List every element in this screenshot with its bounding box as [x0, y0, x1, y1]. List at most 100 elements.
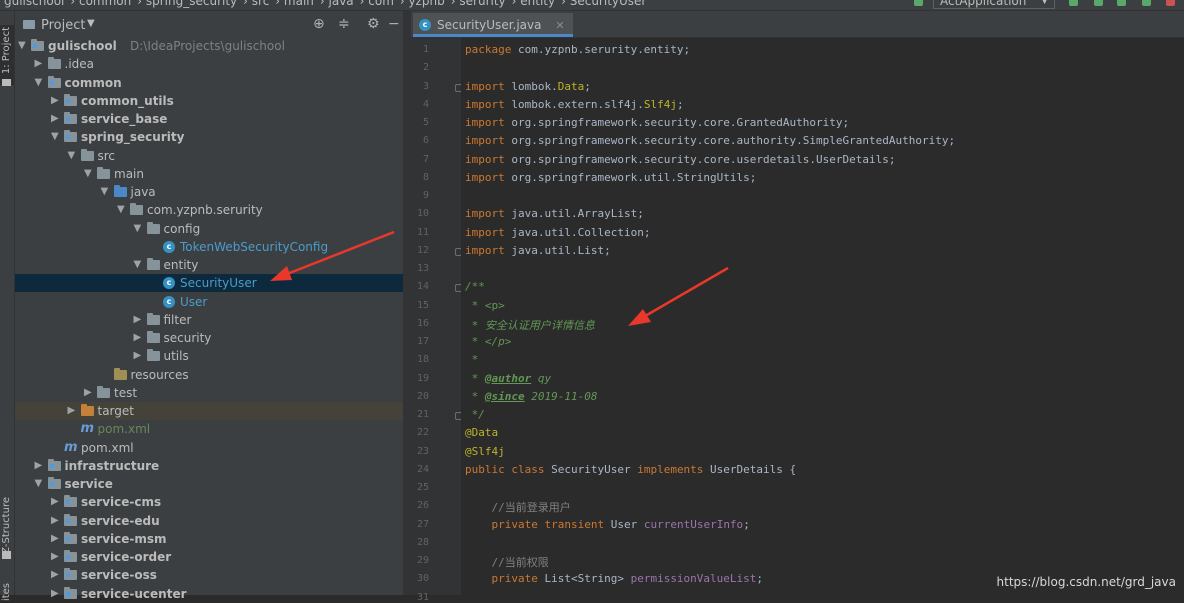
tree-item[interactable]: c SecurityUser: [15, 274, 403, 293]
chevron-down-icon[interactable]: ▼: [101, 186, 109, 197]
tree-item[interactable]: ▶ utils: [15, 347, 403, 365]
tree-item[interactable]: ▶ filter: [15, 311, 403, 329]
code-line: import org.springframework.security.core…: [465, 116, 850, 129]
debug-icon[interactable]: [1094, 0, 1103, 6]
tree-item-label: entity: [163, 258, 199, 272]
code-line: //当前登录用户: [491, 501, 571, 515]
tree-item[interactable]: ▼ config: [15, 220, 403, 238]
tree-item[interactable]: ▼ src: [15, 147, 403, 165]
chevron-right-icon[interactable]: ▶: [51, 95, 59, 106]
chevron-right-icon[interactable]: ▶: [35, 460, 43, 471]
tree-item[interactable]: ▼ com.yzpnb.serurity: [15, 201, 403, 219]
tree-item[interactable]: m pom.xml: [15, 420, 403, 438]
chevron-right-icon[interactable]: ▶: [51, 496, 59, 507]
tree-item[interactable]: c User: [15, 293, 403, 311]
tree-item[interactable]: ▶ service-edu: [15, 512, 403, 530]
chevron-right-icon[interactable]: ▶: [51, 569, 59, 580]
breadcrumb-item[interactable]: › java: [320, 0, 354, 8]
code-line: import lombok.Data;: [465, 79, 591, 93]
tool-tab-structure-label[interactable]: Z-Structure: [1, 497, 12, 554]
chevron-down-icon[interactable]: ▼: [134, 259, 142, 270]
chevron-right-icon[interactable]: ▶: [35, 58, 43, 69]
tree-item[interactable]: ▶ service-cms: [15, 493, 403, 511]
breadcrumb-item[interactable]: › src: [243, 0, 269, 8]
breadcrumb-item[interactable]: › main: [275, 0, 314, 8]
tree-item[interactable]: ▶ service-msm: [15, 530, 403, 548]
chevron-right-icon[interactable]: ▶: [68, 405, 76, 416]
chevron-right-icon[interactable]: ▶: [134, 314, 142, 325]
line-number: 11: [416, 226, 429, 238]
breadcrumb-item[interactable]: › yzpnb: [400, 0, 445, 8]
tool-tab-favorites-label[interactable]: ites: [1, 583, 12, 601]
chevron-right-icon[interactable]: ▶: [51, 515, 59, 526]
tree-item[interactable]: ▼ service: [15, 475, 403, 493]
tool-tab-project-label[interactable]: 1: Project: [1, 27, 12, 74]
breadcrumb-item[interactable]: › serurity: [451, 0, 506, 8]
chevron-down-icon[interactable]: ▼: [35, 478, 43, 489]
code-editor[interactable]: https://blog.csdn.net/grd_java package c…: [461, 38, 1184, 595]
profile-icon[interactable]: [1142, 0, 1151, 6]
tree-item[interactable]: ▶ common_utils: [15, 92, 403, 110]
tree-item[interactable]: c TokenWebSecurityConfig: [15, 238, 403, 256]
tree-item[interactable]: ▼ spring_security: [15, 128, 403, 146]
tree-item[interactable]: ▶ service-ucenter: [15, 585, 403, 603]
chevron-down-icon[interactable]: ▼: [134, 223, 142, 234]
tree-item[interactable]: m pom.xml: [15, 439, 403, 457]
close-icon[interactable]: ✕: [555, 19, 564, 32]
tree-item[interactable]: ▼ gulischool D:\IdeaProjects\gulischool: [15, 37, 403, 55]
chevron-down-icon[interactable]: ▼: [68, 150, 76, 161]
breadcrumb-item[interactable]: › com: [360, 0, 394, 8]
collapse-all-icon[interactable]: ≑: [338, 17, 350, 31]
line-number: 16: [416, 317, 429, 329]
breadcrumb-item[interactable]: › common: [70, 0, 131, 8]
tree-item[interactable]: ▶ test: [15, 384, 403, 402]
build-hammer-icon[interactable]: [914, 0, 923, 6]
chevron-right-icon[interactable]: ▶: [84, 387, 92, 398]
chevron-right-icon[interactable]: ▶: [134, 332, 142, 343]
gear-icon[interactable]: ⚙: [367, 17, 380, 31]
project-panel-title[interactable]: Project: [41, 18, 85, 33]
chevron-down-icon[interactable]: ▼: [51, 131, 59, 142]
tree-item[interactable]: ▶ .idea: [15, 55, 403, 73]
tree-item[interactable]: resources: [15, 366, 403, 384]
tree-item[interactable]: ▶ infrastructure: [15, 457, 403, 475]
editor-tab-securityuser[interactable]: c SecurityUser.java ✕: [413, 13, 573, 37]
chevron-right-icon[interactable]: ▶: [51, 588, 59, 599]
locate-target-icon[interactable]: ⊕: [313, 17, 325, 31]
hide-panel-icon[interactable]: −: [388, 17, 400, 31]
breadcrumb-item[interactable]: › spring_security: [137, 0, 237, 8]
tree-item[interactable]: ▼ java: [15, 183, 403, 201]
chevron-down-icon[interactable]: ▼: [35, 77, 43, 88]
code-line: /**: [465, 280, 485, 294]
java-class-icon: c: [163, 240, 175, 253]
chevron-right-icon[interactable]: ▶: [51, 551, 59, 562]
coverage-icon[interactable]: [1117, 0, 1126, 6]
run-configuration-select[interactable]: ActApplication ▼: [933, 0, 1055, 9]
chevron-right-icon[interactable]: ▶: [51, 113, 59, 124]
stop-icon[interactable]: [1166, 0, 1175, 6]
breadcrumb-item[interactable]: › entity: [512, 0, 555, 8]
chevron-down-icon[interactable]: ▼: [87, 18, 95, 29]
chevron-down-icon[interactable]: ▼: [84, 168, 92, 179]
breadcrumb-item[interactable]: › SecurityUser: [561, 0, 646, 8]
chevron-right-icon[interactable]: ▶: [51, 533, 59, 544]
chevron-right-icon[interactable]: ▶: [134, 350, 142, 361]
tree-item[interactable]: ▶ service-oss: [15, 566, 403, 584]
run-configuration-label: ActApplication: [940, 0, 1027, 8]
chevron-down-icon[interactable]: ▼: [18, 40, 26, 51]
tree-item[interactable]: ▼ common: [15, 74, 403, 92]
tree-item[interactable]: ▶ target: [15, 402, 403, 420]
panel-splitter[interactable]: [403, 11, 411, 595]
maven-icon: m: [80, 421, 95, 437]
chevron-down-icon[interactable]: ▼: [117, 204, 125, 215]
run-icon[interactable]: [1069, 0, 1078, 6]
tree-item[interactable]: ▶ security: [15, 329, 403, 347]
folder-icon: [97, 166, 110, 179]
code-line: @Data: [465, 426, 499, 440]
tree-item[interactable]: ▼ main: [15, 165, 403, 183]
breadcrumb-item[interactable]: gulischool: [4, 0, 64, 8]
tree-item[interactable]: ▶ service_base: [15, 110, 403, 128]
tree-item-label: src: [97, 148, 116, 163]
tree-item[interactable]: ▼ entity: [15, 256, 403, 274]
tree-item[interactable]: ▶ service-order: [15, 548, 403, 566]
